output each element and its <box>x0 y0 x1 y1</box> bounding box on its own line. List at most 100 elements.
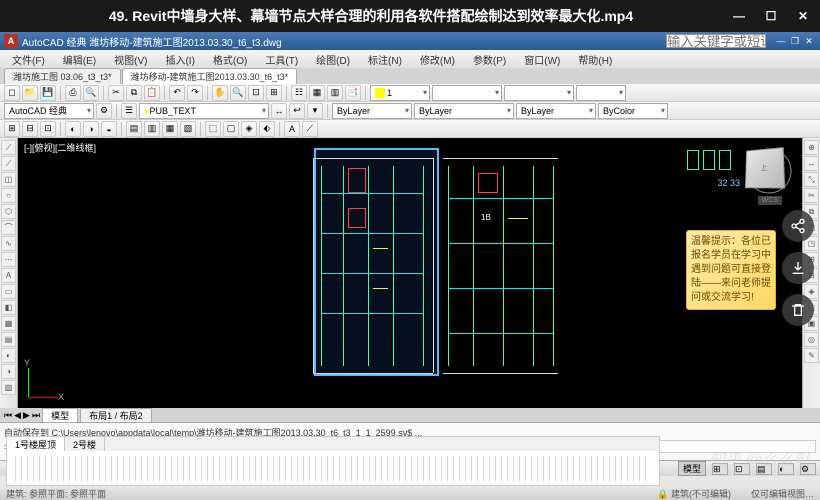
cut-button[interactable]: ✂ <box>108 85 124 101</box>
open-button[interactable]: 📁 <box>22 85 38 101</box>
draw-tool-10[interactable]: ◧ <box>1 300 16 315</box>
modify-tool-12[interactable]: ◎ <box>804 332 819 347</box>
draw-tool-6[interactable]: ∿ <box>1 236 16 251</box>
menu-p[interactable]: 参数(P) <box>465 51 514 68</box>
plotstyle-dropdown[interactable]: ByColor <box>598 103 668 119</box>
zoom-window-button[interactable]: ⊡ <box>248 85 264 101</box>
delete-button[interactable] <box>782 294 814 326</box>
modify-tool-2[interactable]: ⤡ <box>804 172 819 187</box>
menu-h[interactable]: 帮助(H) <box>570 51 620 68</box>
cad-restore-button[interactable]: ❐ <box>788 34 802 48</box>
tb3-7[interactable]: ▤ <box>126 121 142 137</box>
layer-state-button[interactable]: ▾ <box>307 103 323 119</box>
draw-tool-9[interactable]: ▭ <box>1 284 16 299</box>
layout-nav-first[interactable]: ⏮ <box>4 410 12 421</box>
menu-v[interactable]: 视图(V) <box>106 51 155 68</box>
tool-palette-button[interactable]: ▥ <box>327 85 343 101</box>
layer-dropdown[interactable]: ● PUB_TEXT <box>139 103 269 119</box>
layer-properties-button[interactable]: ☰ <box>121 103 137 119</box>
draw-tool-14[interactable]: ◑ <box>1 364 16 379</box>
share-button[interactable] <box>782 210 814 242</box>
draw-tool-3[interactable]: ○ <box>1 188 16 203</box>
redo-button[interactable]: ↷ <box>187 85 203 101</box>
draw-tool-5[interactable]: ⌒ <box>1 220 16 235</box>
properties-button[interactable]: ☷ <box>291 85 307 101</box>
layout-nav-last[interactable]: ⏭ <box>32 410 40 421</box>
draw-tool-7[interactable]: ⋯ <box>1 252 16 267</box>
draw-tool-2[interactable]: ◫ <box>1 172 16 187</box>
modify-tool-1[interactable]: ↔ <box>804 156 819 171</box>
layout-nav-next[interactable]: ▶ <box>23 410 30 421</box>
print-button[interactable]: ⎙ <box>65 85 81 101</box>
copy-button[interactable]: ⧉ <box>126 85 142 101</box>
cad-minimize-button[interactable]: — <box>774 34 788 48</box>
download-button[interactable] <box>782 252 814 284</box>
tb3-2[interactable]: ⊟ <box>22 121 38 137</box>
sheet-set-button[interactable]: 📑 <box>345 85 361 101</box>
revit-tab-1[interactable]: 1号楼屋顶 <box>7 437 65 451</box>
layout1-tab[interactable]: 布局1 / 布局2 <box>80 408 152 423</box>
menu-d[interactable]: 绘图(D) <box>308 51 358 68</box>
tb3-13[interactable]: ◈ <box>241 121 257 137</box>
minimize-button[interactable]: — <box>732 9 746 23</box>
modify-tool-0[interactable]: ⊕ <box>804 140 819 155</box>
tb3-16[interactable]: ⟋ <box>302 121 318 137</box>
viewcube[interactable]: 上 <box>745 147 785 188</box>
menu-n[interactable]: 标注(N) <box>360 51 410 68</box>
menu-o[interactable]: 格式(O) <box>205 51 255 68</box>
layer-match-button[interactable]: ↔ <box>271 103 287 119</box>
draw-tool-0[interactable]: ⟋ <box>1 140 16 155</box>
tb3-1[interactable]: ⊞ <box>4 121 20 137</box>
tb3-11[interactable]: ⬚ <box>205 121 221 137</box>
model-canvas[interactable]: [-][俯视][二维线框] <box>18 138 802 408</box>
draw-tool-12[interactable]: ▤ <box>1 332 16 347</box>
zoom-extents-button[interactable]: ⊞ <box>266 85 282 101</box>
tb3-10[interactable]: ▧ <box>180 121 196 137</box>
draw-tool-11[interactable]: ▦ <box>1 316 16 331</box>
save-button[interactable]: 💾 <box>40 85 56 101</box>
tb3-6[interactable]: ◒ <box>101 121 117 137</box>
maximize-button[interactable]: ☐ <box>764 9 778 23</box>
design-center-button[interactable]: ▦ <box>309 85 325 101</box>
tb3-3[interactable]: ⊡ <box>40 121 56 137</box>
draw-tool-4[interactable]: ⬡ <box>1 204 16 219</box>
draw-tool-15[interactable]: ▧ <box>1 380 16 395</box>
document-tab-1[interactable]: 潍坊移动-建筑施工图2013.03.30_t6_t3* <box>122 68 298 84</box>
model-tab[interactable]: 模型 <box>42 408 78 423</box>
tb3-9[interactable]: ▦ <box>162 121 178 137</box>
dropdown-4[interactable] <box>576 85 626 101</box>
pan-button[interactable]: ✋ <box>212 85 228 101</box>
menu-w[interactable]: 窗口(W) <box>516 51 568 68</box>
annotation-scale-dropdown[interactable]: 1 <box>370 85 430 101</box>
new-button[interactable]: ◻ <box>4 85 20 101</box>
help-search-input[interactable] <box>666 34 766 48</box>
draw-tool-13[interactable]: ◐ <box>1 348 16 363</box>
undo-button[interactable]: ↶ <box>169 85 185 101</box>
revit-tab-2[interactable]: 2号楼 <box>65 437 105 451</box>
lineweight-dropdown[interactable]: ByLayer <box>516 103 596 119</box>
close-button[interactable]: ✕ <box>796 9 810 23</box>
menu-i[interactable]: 插入(I) <box>157 51 202 68</box>
tb3-5[interactable]: ◑ <box>83 121 99 137</box>
color-dropdown[interactable]: ByLayer <box>332 103 412 119</box>
menu-f[interactable]: 文件(F) <box>4 51 53 68</box>
revit-canvas[interactable] <box>7 451 659 487</box>
tb3-4[interactable]: ◐ <box>65 121 81 137</box>
tb3-15[interactable]: A <box>284 121 300 137</box>
tb3-14[interactable]: ⬖ <box>259 121 275 137</box>
menu-m[interactable]: 修改(M) <box>412 51 463 68</box>
workspace-settings-button[interactable]: ⚙ <box>96 103 112 119</box>
cad-close-button[interactable]: ✕ <box>802 34 816 48</box>
plot-preview-button[interactable]: 🔍 <box>83 85 99 101</box>
tb3-8[interactable]: ▥ <box>144 121 160 137</box>
dropdown-3[interactable] <box>504 85 574 101</box>
workspace-dropdown[interactable]: AutoCAD 经典 <box>4 103 94 119</box>
model-space-button[interactable]: 模型 <box>678 461 706 476</box>
draw-tool-1[interactable]: ⟋ <box>1 156 16 171</box>
zoom-button[interactable]: 🔍 <box>230 85 246 101</box>
draw-tool-8[interactable]: A <box>1 268 16 283</box>
dropdown-2[interactable] <box>432 85 502 101</box>
layer-previous-button[interactable]: ↩ <box>289 103 305 119</box>
menu-e[interactable]: 编辑(E) <box>55 51 104 68</box>
document-tab-0[interactable]: 潍坊施工图 03.06_t3_t3* <box>4 68 121 84</box>
